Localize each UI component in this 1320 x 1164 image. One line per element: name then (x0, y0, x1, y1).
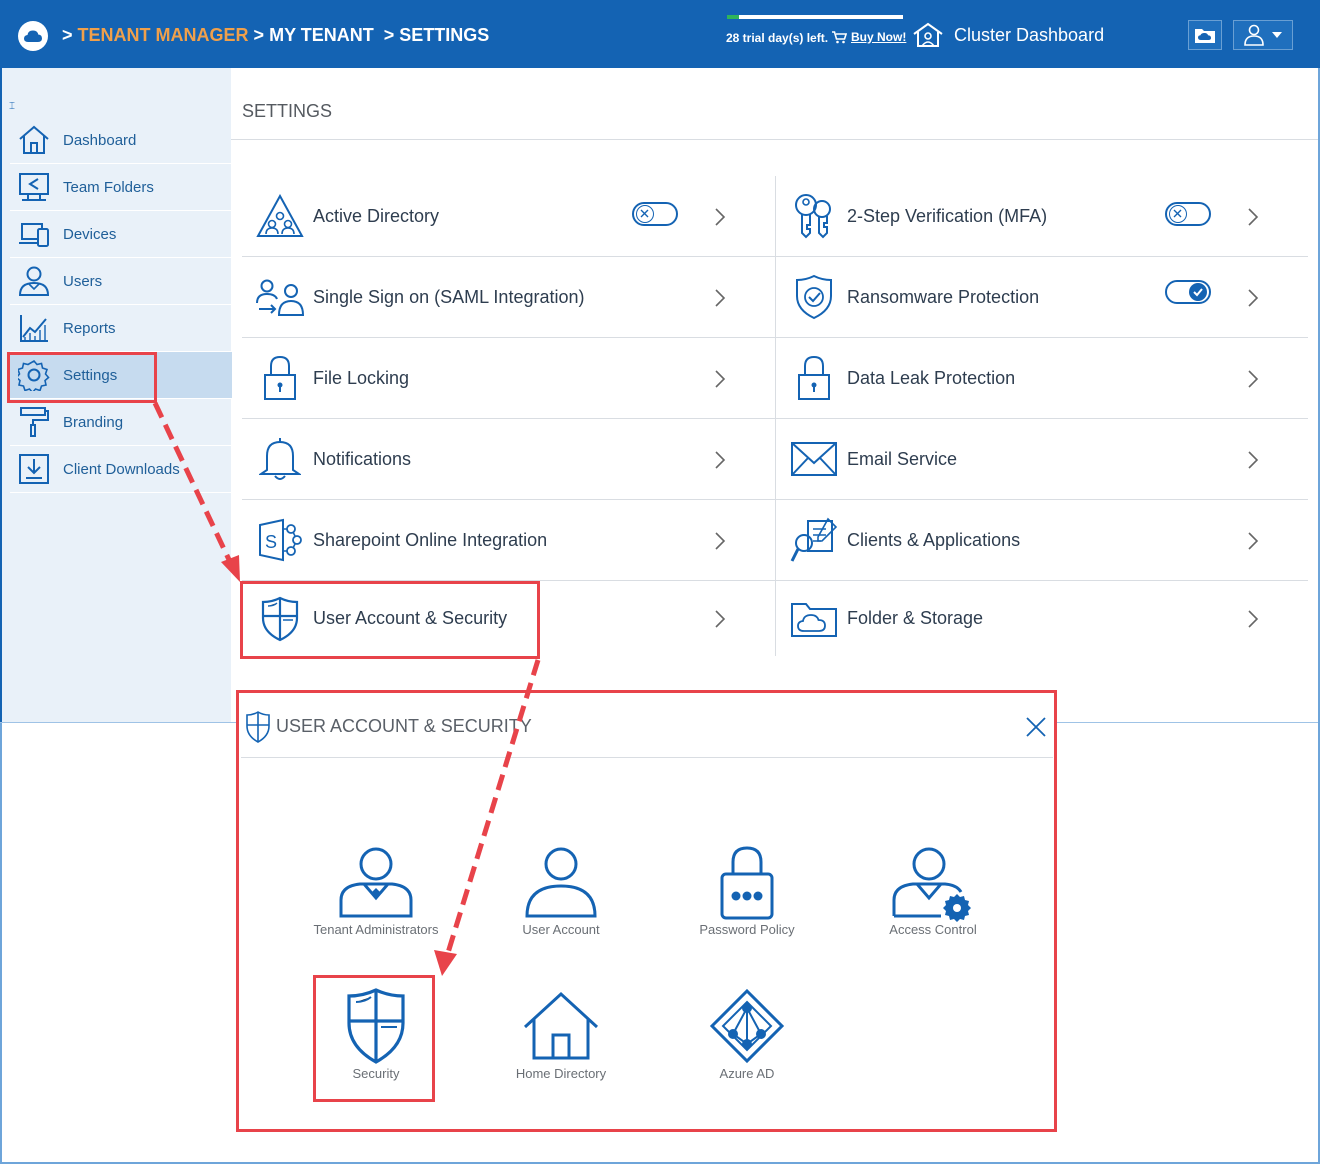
annotation-arrows (152, 401, 541, 976)
